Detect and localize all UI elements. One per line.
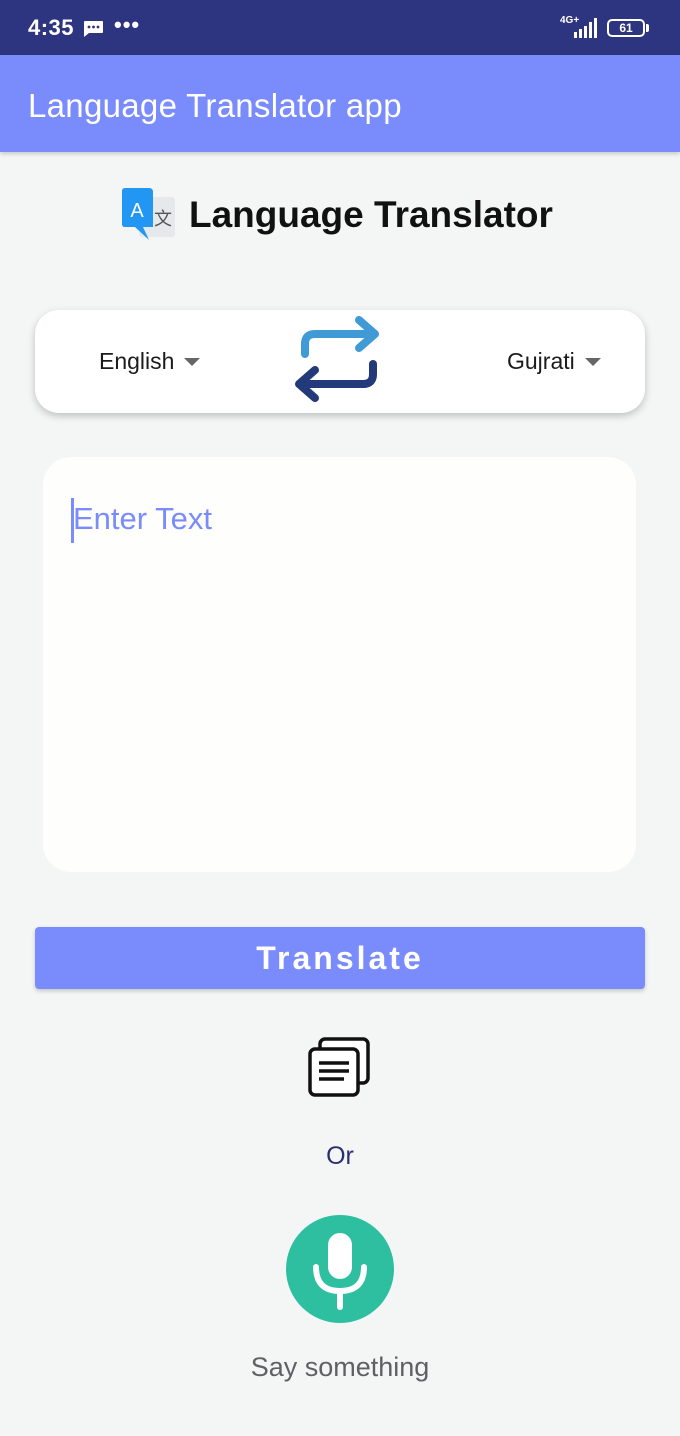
language-selector-card: English Gujrati <box>35 310 645 413</box>
source-language-label: English <box>99 348 175 374</box>
input-card <box>43 457 636 872</box>
microphone-icon <box>313 1233 367 1310</box>
more-dots-icon: ••• <box>114 12 141 37</box>
status-time: 4:35 <box>28 15 75 40</box>
chevron-down-icon <box>184 357 201 366</box>
chevron-down-icon <box>584 357 601 366</box>
app-bar-title: Language Translator app <box>28 87 402 124</box>
target-language-dropdown[interactable]: Gujrati <box>507 348 601 375</box>
translate-button[interactable]: Translate <box>35 927 645 989</box>
target-language-label: Gujrati <box>507 348 575 374</box>
battery-level: 61 <box>619 21 633 35</box>
battery-cap <box>646 24 649 32</box>
page-title: Language Translator <box>189 194 553 235</box>
mic-button[interactable] <box>286 1215 394 1323</box>
svg-text:A: A <box>130 200 144 222</box>
svg-text:文: 文 <box>154 209 172 230</box>
signal-icon <box>574 18 597 38</box>
swap-arrows-icon[interactable] <box>291 306 391 416</box>
text-input[interactable] <box>73 501 603 841</box>
battery-icon: 61 <box>607 19 645 37</box>
app-bar: Language Translator app <box>0 55 680 152</box>
or-separator: Or <box>326 1142 354 1170</box>
translate-icon: A 文 <box>122 188 175 240</box>
message-icon <box>84 21 103 37</box>
say-something-label: Say something <box>250 1352 430 1382</box>
source-language-dropdown[interactable]: English <box>99 348 201 375</box>
status-bar: 4:35 ••• 4G+ 61 <box>0 0 680 55</box>
copy-document-icon[interactable] <box>306 1035 374 1101</box>
